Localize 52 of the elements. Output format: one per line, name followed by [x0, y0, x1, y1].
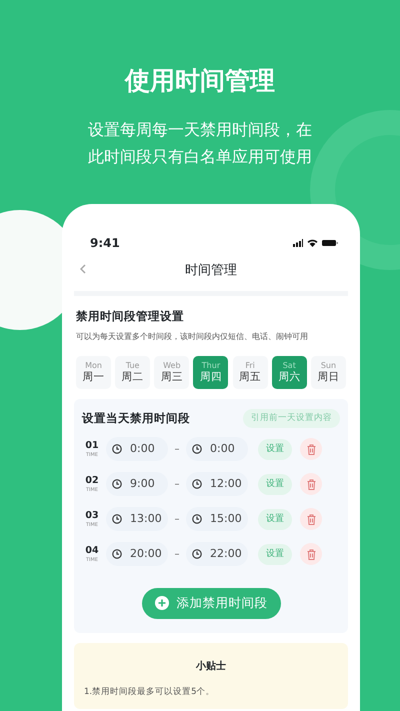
day-tab[interactable]: Tue 周二 — [115, 356, 150, 390]
trash-icon — [306, 444, 316, 455]
trash-icon — [306, 478, 316, 490]
trash-icon — [306, 514, 316, 525]
clock-icon — [192, 514, 202, 524]
tips-title: 小贴士 — [194, 660, 227, 674]
day-tab[interactable]: Web 周三 — [154, 356, 190, 390]
delete-button[interactable] — [300, 543, 322, 566]
page-title: 时间管理 — [185, 263, 237, 278]
day-tab[interactable]: Mon 周一 — [76, 356, 111, 390]
delete-button[interactable] — [300, 473, 322, 496]
clock-icon — [192, 549, 202, 560]
dash: – — [174, 512, 180, 527]
tip-text: 1.禁用时间段最多可以设置5个。 — [84, 686, 216, 699]
end-time-field[interactable]: 0:00 — [186, 437, 248, 462]
back-icon[interactable] — [80, 264, 86, 274]
slot-number: 02 — [84, 476, 100, 486]
wifi-icon — [307, 239, 318, 247]
signal-icon — [293, 239, 303, 247]
battery-icon — [322, 239, 338, 247]
delete-button[interactable] — [300, 508, 322, 530]
day-tab[interactable]: Fri 周五 — [232, 356, 268, 390]
clock-icon — [192, 479, 202, 490]
end-time-field[interactable]: 15:00 — [186, 507, 248, 532]
clock-icon — [112, 549, 122, 560]
section-title: 禁用时间段管理设置 — [76, 308, 185, 324]
start-time-field[interactable]: 20:00 — [106, 542, 168, 566]
dash: – — [174, 478, 180, 492]
start-time-field[interactable]: 0:00 — [106, 437, 168, 462]
slot-number: 04 — [84, 546, 100, 556]
headline: 使用时间管理 — [123, 65, 276, 97]
subtitle-line: 设置每周每一天禁用时间段，在 — [87, 119, 313, 141]
subtitle-line: 此时间段只有白名单应用可使用 — [87, 146, 313, 168]
slot-number: 01 — [84, 441, 100, 451]
slot-number: 03 — [84, 511, 100, 521]
end-time-field[interactable]: 22:00 — [186, 542, 248, 566]
start-time-field[interactable]: 13:00 — [106, 507, 168, 532]
clock-icon — [112, 479, 122, 490]
status-time: 9:41 — [90, 235, 120, 252]
delete-button[interactable] — [300, 438, 322, 460]
day-tab[interactable]: Sun 周日 — [310, 356, 346, 390]
start-time-field[interactable]: 9:00 — [106, 472, 168, 496]
dash: – — [174, 548, 180, 562]
trash-icon — [306, 548, 316, 560]
clock-icon — [112, 514, 122, 524]
clock-icon — [192, 444, 202, 454]
dash: – — [174, 442, 180, 457]
clock-icon — [112, 444, 122, 454]
section-description: 可以为每天设置多个时间段，该时间段内仅短信、电话、闹钟可用 — [76, 330, 309, 342]
plus-icon — [154, 596, 168, 610]
end-time-field[interactable]: 12:00 — [186, 472, 248, 496]
card-title: 设置当天禁用时间段 — [82, 410, 190, 427]
